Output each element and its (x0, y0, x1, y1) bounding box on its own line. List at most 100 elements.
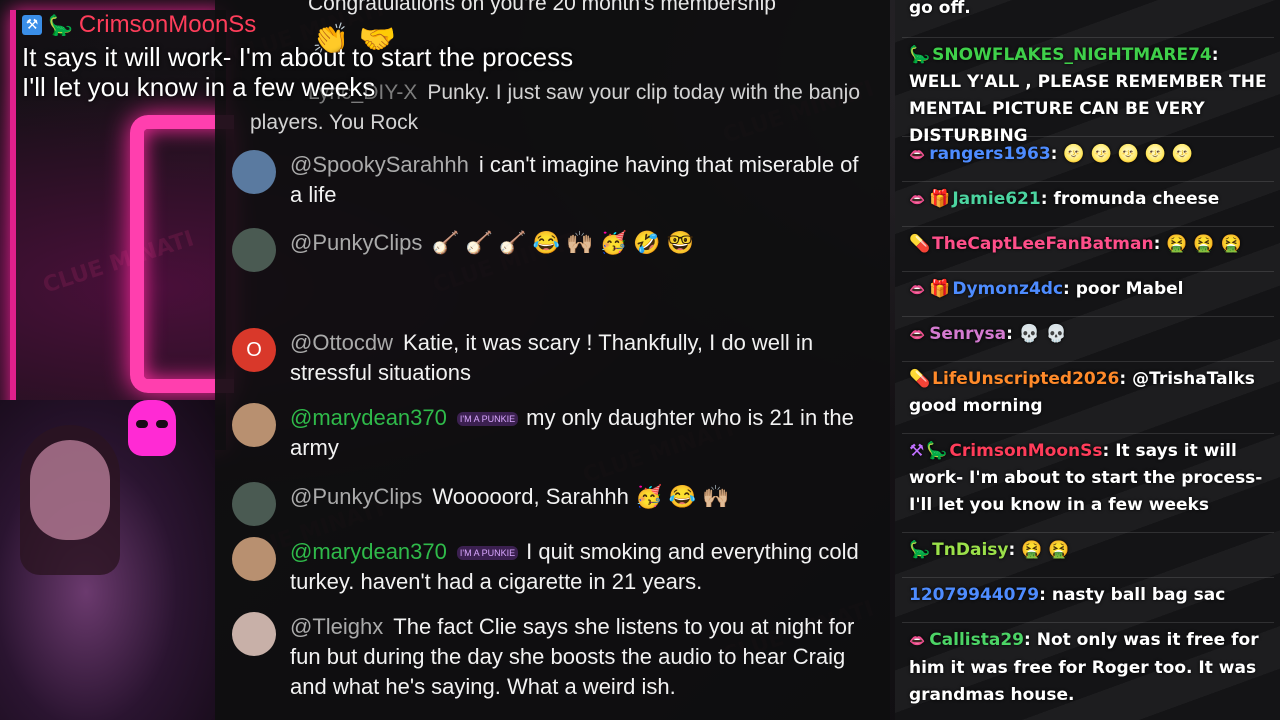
chat-author[interactable]: @Ottocdw (290, 330, 393, 355)
chat-author[interactable]: @marydean370 (290, 405, 447, 430)
gift-badge-icon: 🎁 (929, 279, 951, 299)
twitch-chat-text: WELL Y'ALL , PLEASE REMEMBER THE MENTAL … (909, 72, 1267, 146)
username-colon: : (1063, 279, 1076, 299)
chat-divider (902, 136, 1274, 137)
twitch-username[interactable]: CrimsonMoonSs (949, 441, 1102, 461)
chat-author[interactable]: @PunkyClips (290, 484, 422, 509)
dino-badge-icon: 🦕 (48, 13, 73, 37)
chat-divider (902, 271, 1274, 272)
avatar[interactable] (232, 228, 276, 272)
chat-message: @PunkyClips Wooooord, Sarahhh 🥳 😂 🙌🏼 (232, 482, 872, 526)
username-colon: : (1050, 144, 1064, 164)
member-badge-icon: I'M A PUNKIE (456, 546, 519, 561)
chat-text: Wooooord, Sarahhh 🥳 😂 🙌🏼 (432, 484, 730, 509)
lips-badge-icon: 👄 (909, 283, 926, 298)
chat-message: @PunkyClips 🪕 🪕 🪕 😂 🙌🏼 🥳 🤣 🤓 (232, 228, 872, 272)
twitch-chat-message: 12079944079: nasty ball bag sac (909, 582, 1271, 609)
chat-author[interactable]: @SpookySarahhh (290, 152, 469, 177)
chat-author[interactable]: @PunkyClips (290, 230, 422, 255)
twitch-chat-message: 👄 🎁 Jamie621: fromunda cheese (909, 186, 1271, 214)
twitch-chat-text: 🌝 🌝 🌝 🌝 🌝 (1063, 144, 1193, 164)
twitch-username[interactable]: Jamie621 (952, 189, 1040, 209)
pill-badge-icon: 💊 (909, 369, 931, 389)
dino-badge-icon: 🦕 (909, 45, 931, 65)
streamer-face (30, 440, 110, 540)
username-colon: : (1006, 324, 1019, 344)
twitch-chat-message: 💊 TheCaptLeeFanBatman: 🤮 🤮 🤮 (909, 231, 1271, 258)
lips-badge-icon: 👄 (909, 193, 926, 208)
chat-text: 🪕 🪕 🪕 😂 🙌🏼 🥳 🤣 🤓 (432, 230, 695, 255)
ski-mask-icon (128, 400, 176, 456)
chat-message-body: @PunkyClips Wooooord, Sarahhh 🥳 😂 🙌🏼 (290, 482, 729, 526)
chat-message-body: @Ottocdw Katie, it was scary ! Thankfully… (290, 328, 872, 388)
chat-message: @SpookySarahhh i can't imagine having tha… (232, 150, 872, 210)
chat-author[interactable]: @Tleighx (290, 614, 383, 639)
lips-badge-icon: 👄 (909, 634, 926, 649)
username-colon: : (1153, 234, 1167, 254)
twitch-username[interactable]: TnDaisy (932, 540, 1008, 560)
username-colon: : (1008, 540, 1022, 560)
username-colon: : (1024, 630, 1037, 650)
twitch-username[interactable]: 12079944079 (909, 585, 1039, 605)
twitch-username[interactable]: Callista29 (929, 630, 1024, 650)
overlay-chat-message: ⚒ 🦕 CrimsonMoonSs It says it will work- … (22, 8, 652, 102)
chat-divider (902, 37, 1274, 38)
username-colon: : (1211, 45, 1219, 65)
overlay-text-line1: It says it will work- I'm about to start… (22, 42, 574, 72)
dino-badge-icon: 🦕 (909, 540, 931, 560)
twitch-chat-text: 💀 💀 (1018, 324, 1068, 344)
twitch-chat-text: fromunda cheese (1053, 189, 1220, 209)
gift-badge-icon: 🎁 (929, 189, 951, 209)
chat-divider (902, 316, 1274, 317)
pill-badge-icon: 💊 (909, 234, 931, 254)
twitch-chat-message: 👄 Senrysa: 💀 💀 (909, 321, 1271, 349)
twitch-chat-text: go off. (909, 0, 971, 18)
username-colon: : (1039, 585, 1052, 605)
chat-message-body: @marydean370 I'M A PUNKIE my only daughter… (290, 403, 872, 463)
overlay-username: CrimsonMoonSs (78, 11, 257, 38)
lips-badge-icon: 👄 (909, 148, 926, 163)
twitch-username[interactable]: rangers1963 (929, 144, 1050, 164)
chat-message-body: @marydean370 I'M A PUNKIE I quit smoking a… (290, 537, 872, 597)
chat-message-body: @PunkyClips 🪕 🪕 🪕 😂 🙌🏼 🥳 🤣 🤓 (290, 228, 694, 272)
dino-badge-icon: 🦕 (926, 441, 948, 461)
chat-divider (902, 577, 1274, 578)
chat-message: O @Ottocdw Katie, it was scary ! Thankfull… (232, 328, 872, 388)
chat-message-body: @SpookySarahhh i can't imagine having tha… (290, 150, 872, 210)
chat-divider (902, 532, 1274, 533)
hammer-badge-icon: ⚒ (909, 441, 925, 461)
twitch-username[interactable]: Dymonz4dc (952, 279, 1063, 299)
avatar[interactable] (232, 150, 276, 194)
twitch-username[interactable]: Senrysa (929, 324, 1006, 344)
chat-divider (902, 433, 1274, 434)
avatar[interactable]: O (232, 328, 276, 372)
twitch-chat-message: 🦕 SNOWFLAKES_NIGHTMARE74: WELL Y'ALL , PL… (909, 42, 1271, 150)
twitch-chat-message: 💊 LifeUnscripted2026: @TrishaTalks good m… (909, 366, 1271, 420)
overlay-user-row: ⚒ 🦕 CrimsonMoonSs (22, 8, 652, 42)
twitch-chat-message: 🦕 TnDaisy: 🤮 🤮 (909, 537, 1271, 564)
twitch-chat-text: 🤮 🤮 🤮 (1166, 234, 1242, 254)
chat-message-body: @Tleighx The fact Clie says she listens t… (290, 612, 872, 702)
chat-message: @marydean370 I'M A PUNKIE my only daughter… (232, 403, 872, 463)
avatar[interactable] (232, 482, 276, 526)
username-colon: : (1102, 441, 1116, 461)
twitch-chat-text: poor Mabel (1075, 279, 1184, 299)
chat-message: @Tleighx The fact Clie says she listens t… (232, 612, 872, 702)
avatar[interactable] (232, 612, 276, 656)
hammer-badge-icon: ⚒ (22, 15, 42, 35)
twitch-username[interactable]: TheCaptLeeFanBatman (932, 234, 1153, 254)
chat-message: @marydean370 I'M A PUNKIE I quit smoking a… (232, 537, 872, 597)
chat-divider (902, 361, 1274, 362)
chat-author[interactable]: @marydean370 (290, 539, 447, 564)
twitch-username[interactable]: LifeUnscripted2026 (932, 369, 1119, 389)
twitch-chat-message: ⚒ 🦕 CrimsonMoonSs: It says it will work- I… (909, 438, 1271, 519)
member-badge-icon: I'M A PUNKIE (456, 412, 519, 427)
avatar[interactable] (232, 403, 276, 447)
avatar[interactable] (232, 537, 276, 581)
chat-divider (902, 181, 1274, 182)
twitch-chat-message: 👄 rangers1963: 🌝 🌝 🌝 🌝 🌝 (909, 141, 1271, 169)
twitch-chat-message: go off. (909, 0, 1271, 22)
username-colon: : (1119, 369, 1133, 389)
chat-divider (902, 622, 1274, 623)
twitch-username[interactable]: SNOWFLAKES_NIGHTMARE74 (932, 45, 1212, 65)
